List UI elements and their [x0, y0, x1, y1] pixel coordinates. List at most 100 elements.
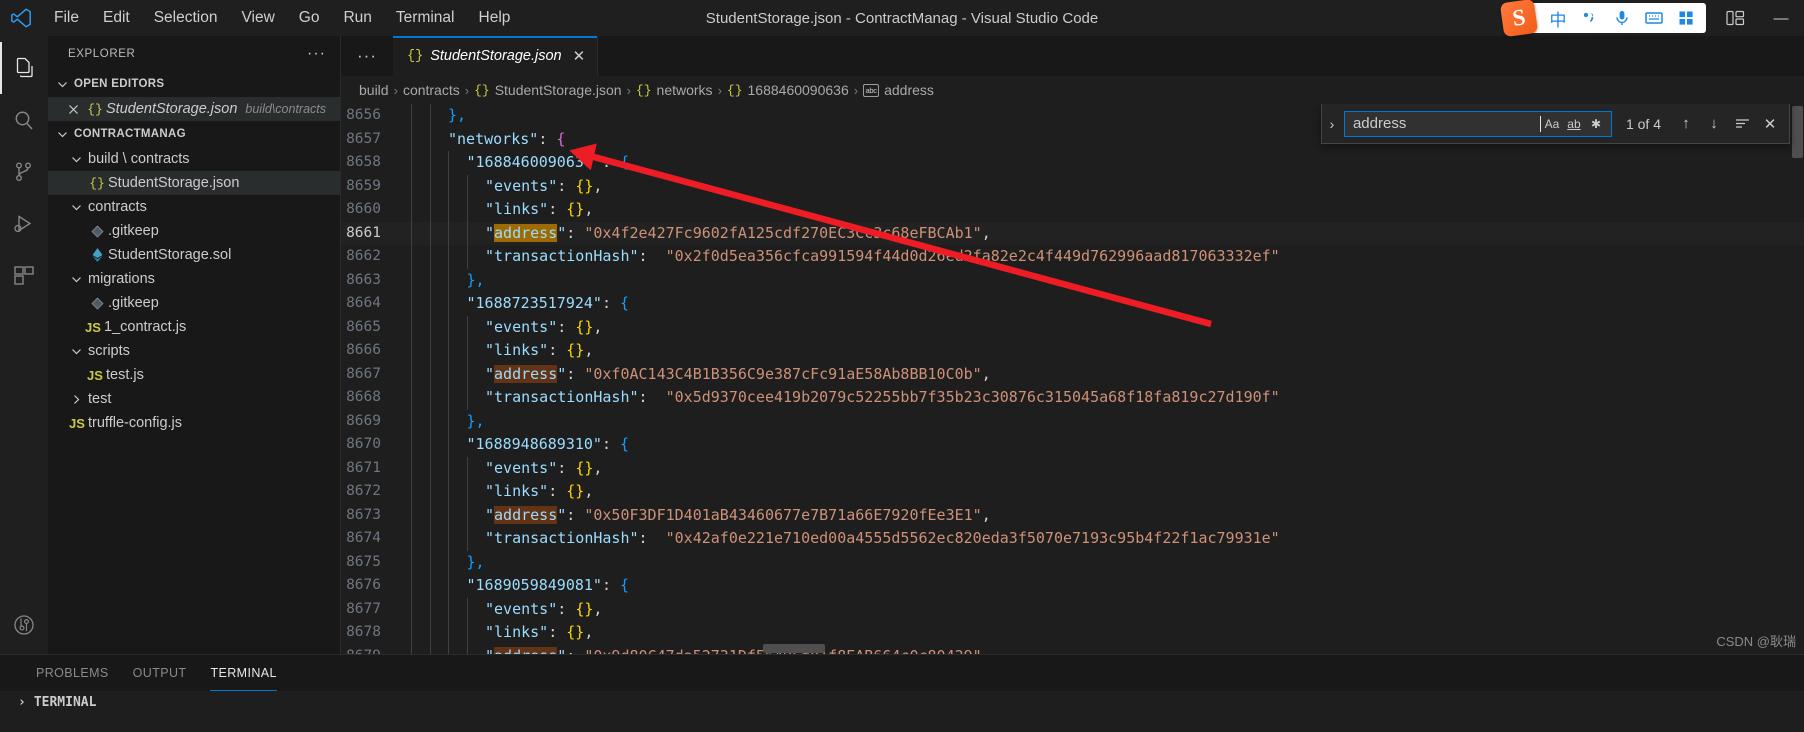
vertical-scrollbar-thumb[interactable]	[1792, 106, 1803, 158]
tree-item-migrations[interactable]: migrations	[48, 267, 340, 291]
code-line[interactable]: 8669},	[341, 409, 1804, 434]
code-text[interactable]: },	[403, 269, 485, 293]
sidebar-more-actions-icon[interactable]: ···	[301, 45, 332, 63]
code-line[interactable]: 8677 "events": {},	[341, 597, 1804, 622]
section-open-editors[interactable]: OPEN EDITORS	[48, 71, 340, 97]
next-match-button[interactable]: ↓	[1701, 111, 1727, 137]
code-text[interactable]: "events": {},	[403, 457, 602, 481]
activitybar-item-testing[interactable]	[0, 602, 48, 654]
horizontal-scrollbar-thumb[interactable]	[763, 644, 825, 653]
find-widget[interactable]: › address Aa ab ✱ 1 of 4 ↑ ↓ ✕	[1320, 104, 1790, 144]
code-line[interactable]: 8666 "links": {},	[341, 339, 1804, 363]
code-text[interactable]: },	[403, 551, 485, 575]
code-text[interactable]: "address": "0xf0AC143C4B1B356C9e387cFc91…	[403, 363, 991, 387]
code-line[interactable]: 8676 "1689059849081": {	[341, 574, 1804, 598]
code-line[interactable]: 8673 "address": "0x50F3DF1D401aB43460677e…	[341, 503, 1804, 527]
sogou-logo-icon[interactable]: S	[1499, 0, 1539, 38]
code-text[interactable]: "links": {},	[403, 339, 593, 363]
find-input-value[interactable]: address	[1353, 115, 1539, 132]
code-text[interactable]: },	[403, 410, 485, 434]
code-line[interactable]: 8668 "transactionHash": "0x5d9370cee419b2…	[341, 386, 1804, 410]
breadcrumb-item-studentstorage-json[interactable]: StudentStorage.json	[495, 82, 622, 98]
tree-item-contracts[interactable]: contracts	[48, 195, 340, 219]
match-case-icon[interactable]: Aa	[1541, 113, 1563, 135]
code-line[interactable]: 8659 "events": {},	[341, 174, 1804, 199]
activitybar-item-search[interactable]	[0, 94, 48, 146]
layout-toggle-icon[interactable]	[1712, 0, 1758, 36]
menu-item-edit[interactable]: Edit	[91, 6, 142, 30]
panel-tab-terminal[interactable]: TERMINAL	[198, 655, 288, 691]
tree-item-test-js[interactable]: JS test.js	[48, 363, 340, 387]
close-icon[interactable]: ✕	[573, 47, 586, 65]
find-input[interactable]: address Aa ab ✱	[1343, 110, 1612, 137]
code-text[interactable]: "events": {},	[403, 175, 602, 199]
section-contractmanag[interactable]: CONTRACTMANAG	[48, 121, 340, 147]
close-find-button[interactable]: ✕	[1757, 111, 1783, 137]
code-line[interactable]: 8667 "address": "0xf0AC143C4B1B356C9e387c…	[341, 362, 1804, 387]
code-line[interactable]: 8663},	[341, 268, 1804, 293]
code-lines[interactable]: 8656}, 8657 "networks": {8658 "168846009063…	[341, 104, 1804, 654]
activitybar-item-extensions[interactable]	[0, 250, 48, 302]
activitybar-item-explorer[interactable]	[0, 42, 48, 94]
tree-item-scripts[interactable]: scripts	[48, 339, 340, 363]
menu-item-run[interactable]: Run	[331, 6, 383, 30]
code-text[interactable]: "transactionHash": "0x5d9370cee419b2079c…	[403, 386, 1280, 410]
menu-bar[interactable]: File Edit Selection View Go Run Terminal…	[42, 6, 522, 30]
code-text[interactable]: "links": {},	[403, 480, 593, 504]
code-text[interactable]: "links": {},	[403, 621, 593, 645]
editor-actions-more-icon[interactable]: ···	[341, 36, 393, 76]
code-line[interactable]: 8671 "events": {},	[341, 456, 1804, 481]
breadcrumb-item-contracts[interactable]: contracts	[403, 82, 460, 98]
menu-item-file[interactable]: File	[42, 6, 91, 30]
breadcrumb-item-networks[interactable]: networks	[657, 82, 713, 98]
toggle-replace-chevron-icon[interactable]: ›	[1322, 104, 1342, 144]
code-text[interactable]: "transactionHash": "0x2f0d5ea356cfca9915…	[403, 245, 1280, 269]
code-line[interactable]: 8674 "transactionHash": "0x42af0e221e710e…	[341, 527, 1804, 551]
menu-item-selection[interactable]: Selection	[142, 6, 230, 30]
match-whole-word-icon[interactable]: ab	[1563, 113, 1585, 135]
open-editor-item[interactable]: {} StudentStorage.json build\contracts	[48, 97, 340, 121]
vertical-scrollbar[interactable]	[1790, 104, 1804, 654]
activitybar-item-run-and-debug[interactable]	[0, 198, 48, 250]
breadcrumb-item-build[interactable]: build	[359, 82, 389, 98]
code-line[interactable]: 8660 "links": {},	[341, 198, 1804, 222]
panel-tab-output[interactable]: OUTPUT	[121, 655, 199, 691]
code-line[interactable]: 8664 "1688723517924": {	[341, 292, 1804, 316]
code-line[interactable]: 8658 "1688460090636": {	[341, 151, 1804, 175]
code-text[interactable]: },	[403, 104, 466, 128]
tree-item-1-contract-js[interactable]: JS 1_contract.js	[48, 315, 340, 339]
code-text[interactable]: "1688948689310": {	[403, 433, 630, 457]
breadcrumb-item-address[interactable]: address	[884, 82, 934, 98]
microphone-icon[interactable]	[1606, 4, 1638, 32]
code-text[interactable]: "1689059849081": {	[403, 574, 630, 598]
editor-tab-studentstorage-json[interactable]: {} StudentStorage.json ✕	[393, 36, 599, 76]
code-line[interactable]: 8665 "events": {},	[341, 315, 1804, 340]
code-line[interactable]: 8678 "links": {},	[341, 621, 1804, 645]
code-text[interactable]: "events": {},	[403, 598, 602, 622]
tree-item-gitkeep-migrations[interactable]: .gitkeep	[48, 291, 340, 315]
tree-item-gitkeep-contracts[interactable]: .gitkeep	[48, 219, 340, 243]
keyboard-icon[interactable]	[1638, 4, 1670, 32]
activitybar-item-source-control[interactable]	[0, 146, 48, 198]
code-text[interactable]: "networks": {	[403, 128, 565, 152]
code-text[interactable]: "events": {},	[403, 316, 602, 340]
code-line[interactable]: 8662 "transactionHash": "0x2f0d5ea356cfca…	[341, 245, 1804, 269]
code-text[interactable]: "1688460090636": {	[403, 151, 630, 175]
menu-item-view[interactable]: View	[229, 6, 286, 30]
tree-item-truffle-config-js[interactable]: JS truffle-config.js	[48, 411, 340, 435]
panel-tab-problems[interactable]: PROBLEMS	[24, 655, 121, 691]
use-regex-icon[interactable]: ✱	[1585, 113, 1607, 135]
menu-item-go[interactable]: Go	[287, 6, 332, 30]
code-line[interactable]: 8661 "address": "0x4f2e427Fc9602fA125cdf2…	[341, 221, 1804, 245]
tree-item-studentstorage-json[interactable]: {} StudentStorage.json	[48, 171, 340, 195]
code-text[interactable]: "1688723517924": {	[403, 292, 630, 316]
code-text[interactable]: "links": {},	[403, 198, 593, 222]
close-icon[interactable]	[62, 104, 84, 115]
punctuation-icon[interactable]	[1574, 4, 1606, 32]
minimize-button[interactable]: —	[1758, 0, 1804, 36]
terminal-body[interactable]: › TERMINAL	[0, 691, 1804, 732]
sogou-ime-toolbar[interactable]: S 中	[1499, 0, 1706, 38]
find-in-selection-icon[interactable]	[1729, 111, 1755, 137]
code-line[interactable]: 8670 "1688948689310": {	[341, 433, 1804, 457]
tree-item-studentstorage-sol[interactable]: StudentStorage.sol	[48, 243, 340, 267]
